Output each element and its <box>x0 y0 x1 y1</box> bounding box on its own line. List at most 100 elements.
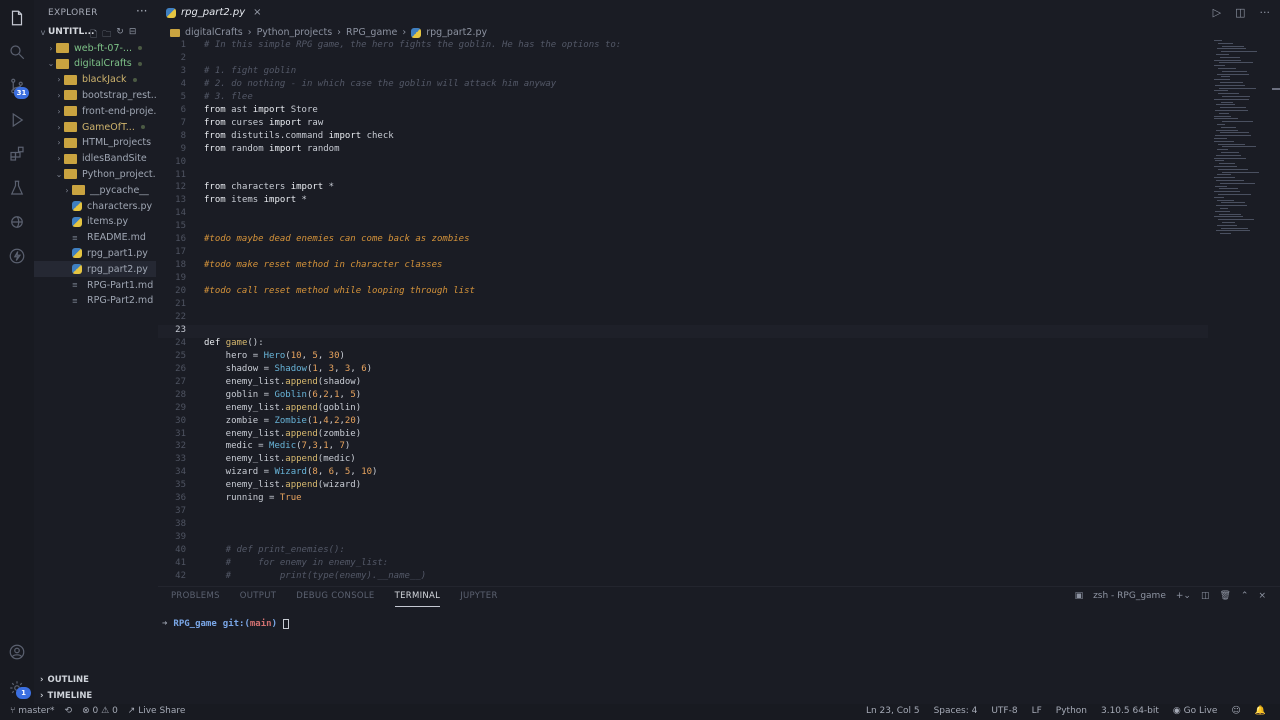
accounts-status-icon[interactable]: ☺ <box>1231 706 1240 716</box>
terminal-prompt[interactable]: ➜ RPG_game git:(main) <box>162 619 289 629</box>
tab-terminal[interactable]: TERMINAL <box>394 591 441 607</box>
code-line[interactable]: 8 from distutils.command import check <box>158 131 1208 144</box>
tree-file[interactable]: ≡ README.md <box>34 230 156 246</box>
code-line[interactable]: 13 from items import * <box>158 195 1208 208</box>
code-line[interactable]: 5 # 3. flee <box>158 92 1208 105</box>
remote-explorer-icon[interactable] <box>7 212 27 232</box>
close-panel-icon[interactable]: × <box>1258 591 1266 601</box>
tab-output[interactable]: OUTPUT <box>240 591 276 607</box>
indentation[interactable]: Spaces: 4 <box>934 706 978 716</box>
code-line[interactable]: 1 # In this simple RPG game, the hero fig… <box>158 40 1208 53</box>
code-line[interactable]: 31 enemy_list.append(zombie) <box>158 429 1208 442</box>
code-line[interactable]: 35 enemy_list.append(wizard) <box>158 480 1208 493</box>
tree-file[interactable]: characters.py <box>34 198 156 214</box>
tree-folder[interactable]: › web-ft-07-... <box>34 40 156 56</box>
code-line[interactable]: 42 # print(type(enemy).__name__) <box>158 571 1208 584</box>
tree-file[interactable]: rpg_part2.py <box>34 261 156 278</box>
breadcrumb-item[interactable]: Python_projects <box>257 27 333 38</box>
run-debug-icon[interactable] <box>7 110 27 130</box>
code-line[interactable]: 16 #todo maybe dead enemies can come back… <box>158 234 1208 247</box>
notifications-bell-icon[interactable]: 🔔 <box>1255 706 1266 716</box>
code-line[interactable]: 11 <box>158 170 1208 183</box>
code-line[interactable]: 20 #todo call reset method while looping … <box>158 286 1208 299</box>
breadcrumb-item[interactable]: rpg_part2.py <box>426 27 487 38</box>
terminal-name[interactable]: zsh - RPG_game <box>1093 591 1166 601</box>
code-line[interactable]: 9 from random import random <box>158 144 1208 157</box>
code-line[interactable]: 15 <box>158 221 1208 234</box>
code-line[interactable]: 19 <box>158 273 1208 286</box>
tree-file[interactable]: rpg_part1.py <box>34 245 156 261</box>
breadcrumb-item[interactable]: digitalCrafts <box>185 27 243 38</box>
problems-status[interactable]: ⊗ 0 ⚠ 0 <box>82 706 118 716</box>
tree-folder[interactable]: › front-end-proje... <box>34 103 156 119</box>
tree-folder[interactable]: › blackJack <box>34 72 156 88</box>
close-tab-icon[interactable]: × <box>253 7 261 18</box>
code-line[interactable]: 37 <box>158 506 1208 519</box>
tree-file[interactable]: items.py <box>34 214 156 230</box>
code-line[interactable]: 34 wizard = Wizard(8, 6, 5, 10) <box>158 467 1208 480</box>
minimap[interactable] <box>1214 40 1270 240</box>
code-line[interactable]: 3 # 1. fight goblin <box>158 66 1208 79</box>
tab-rpg-part2[interactable]: rpg_part2.py × <box>158 0 262 25</box>
add-terminal-icon[interactable]: +⌄ <box>1176 591 1191 601</box>
outline-section[interactable]: › OUTLINE <box>40 673 89 687</box>
encoding[interactable]: UTF-8 <box>991 706 1017 716</box>
more-actions-icon[interactable]: ··· <box>136 4 147 18</box>
code-line[interactable]: 21 <box>158 299 1208 312</box>
extensions-icon[interactable] <box>7 144 27 164</box>
code-line[interactable]: 39 <box>158 532 1208 545</box>
code-line[interactable]: 4 # 2. do nothing - in which case the gob… <box>158 79 1208 92</box>
code-line[interactable]: 6 from ast import Store <box>158 105 1208 118</box>
tree-folder[interactable]: ⌄ digitalCrafts <box>34 56 156 72</box>
timeline-section[interactable]: › TIMELINE <box>40 689 92 703</box>
code-line[interactable]: 27 enemy_list.append(shadow) <box>158 377 1208 390</box>
language-mode[interactable]: Python <box>1056 706 1087 716</box>
tab-problems[interactable]: PROBLEMS <box>171 591 220 607</box>
code-line[interactable]: 38 <box>158 519 1208 532</box>
code-line[interactable]: 12 from characters import * <box>158 182 1208 195</box>
split-terminal-icon[interactable]: ◫ <box>1201 591 1210 601</box>
code-line[interactable]: 33 enemy_list.append(medic) <box>158 454 1208 467</box>
tab-debug-console[interactable]: DEBUG CONSOLE <box>296 591 374 607</box>
end-of-line[interactable]: LF <box>1032 706 1042 716</box>
python-interpreter[interactable]: 3.10.5 64-bit <box>1101 706 1159 716</box>
code-line[interactable]: 28 goblin = Goblin(6,2,1, 5) <box>158 390 1208 403</box>
code-line[interactable]: 41 # for enemy in enemy_list: <box>158 558 1208 571</box>
editor-scrollbar[interactable] <box>1272 40 1280 580</box>
tree-file[interactable]: ≡ RPG-Part2.md <box>34 293 156 309</box>
code-line[interactable]: 23 <box>158 324 1208 338</box>
go-live-status[interactable]: ◉ Go Live <box>1173 706 1217 716</box>
more-icon[interactable]: ··· <box>1260 6 1271 19</box>
testing-icon[interactable] <box>7 178 27 198</box>
lightning-icon[interactable] <box>7 246 27 266</box>
tree-folder[interactable]: › bootstrap_rest... <box>34 87 156 103</box>
cursor-position[interactable]: Ln 23, Col 5 <box>866 706 920 716</box>
code-line[interactable]: 7 from curses import raw <box>158 118 1208 131</box>
code-line[interactable]: 10 <box>158 157 1208 170</box>
trash-icon[interactable]: 🗑 <box>1219 591 1230 601</box>
account-icon[interactable] <box>7 642 27 662</box>
code-line[interactable]: 32 medic = Medic(7,3,1, 7) <box>158 441 1208 454</box>
code-line[interactable]: 18 #todo make reset method in character c… <box>158 260 1208 273</box>
code-line[interactable]: 40 # def print_enemies(): <box>158 545 1208 558</box>
branch-status[interactable]: ⑂ master* <box>10 706 55 716</box>
tree-folder[interactable]: › GameOfT... <box>34 119 156 135</box>
code-line[interactable]: 25 hero = Hero(10, 5, 30) <box>158 351 1208 364</box>
chevron-up-icon[interactable]: ⌃ <box>1241 591 1249 601</box>
code-editor[interactable]: 1 # In this simple RPG game, the hero fig… <box>158 40 1208 584</box>
tree-folder[interactable]: › __pycache__ <box>34 182 156 198</box>
run-file-icon[interactable]: ▷ <box>1213 6 1221 19</box>
split-editor-icon[interactable]: ◫ <box>1235 6 1245 19</box>
tree-folder[interactable]: ⌄ Python_project... <box>34 166 156 182</box>
live-share-status[interactable]: ↗ Live Share <box>128 706 186 716</box>
code-line[interactable]: 26 shadow = Shadow(1, 3, 3, 6) <box>158 364 1208 377</box>
code-line[interactable]: 29 enemy_list.append(goblin) <box>158 403 1208 416</box>
tree-folder[interactable]: › idlesBandSite <box>34 151 156 167</box>
tree-file[interactable]: ≡ RPG-Part1.md <box>34 277 156 293</box>
tree-folder[interactable]: › HTML_projects <box>34 135 156 151</box>
code-line[interactable]: 30 zombie = Zombie(1,4,2,20) <box>158 416 1208 429</box>
search-icon[interactable] <box>7 42 27 62</box>
code-line[interactable]: 24 def game(): <box>158 338 1208 351</box>
code-line[interactable]: 14 <box>158 208 1208 221</box>
code-line[interactable]: 36 running = True <box>158 493 1208 506</box>
